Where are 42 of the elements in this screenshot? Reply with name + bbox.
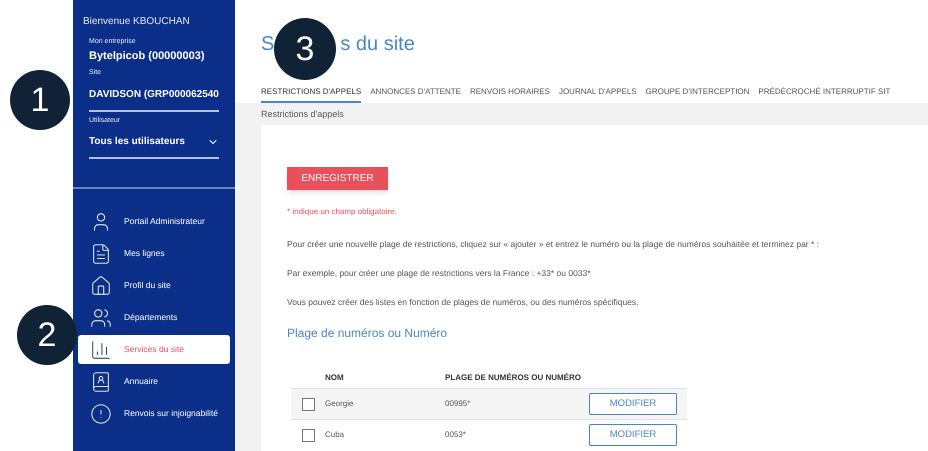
breadcrumb: Restrictions d'appels bbox=[261, 108, 345, 121]
modify-button[interactable]: MODIFIER bbox=[589, 424, 677, 446]
contact-book-icon bbox=[90, 370, 112, 392]
modify-button[interactable]: MODIFIER bbox=[589, 393, 677, 416]
required-note: * indique un champ obligatoire. bbox=[287, 206, 398, 218]
nav-item[interactable]: Départements bbox=[78, 303, 230, 332]
tab[interactable]: JOURNAL D'APPELS bbox=[558, 84, 637, 103]
page-title: s du site bbox=[340, 34, 415, 54]
nav-item[interactable]: Renvois sur injoignabilité bbox=[78, 399, 230, 428]
select-field[interactable]: Tous les utilisateurs bbox=[89, 126, 219, 159]
nav-item[interactable]: Services du site bbox=[78, 335, 230, 364]
tab[interactable]: RENVOIS HORAIRES bbox=[470, 84, 550, 103]
house-icon bbox=[90, 274, 112, 296]
page-title: S bbox=[261, 34, 274, 54]
greeting: Bienvenue KBOUCHAN bbox=[83, 15, 191, 29]
nav-item[interactable]: Mes lignes bbox=[78, 239, 230, 268]
nav-item[interactable]: Annuaire bbox=[78, 367, 230, 396]
select-field[interactable]: DAVIDSON (GRP000062540 bbox=[89, 78, 219, 112]
section-title: Plage de numéros ou Numéro bbox=[287, 325, 448, 342]
document-icon bbox=[90, 242, 112, 264]
checkbox[interactable] bbox=[302, 398, 314, 411]
people-icon bbox=[90, 306, 112, 328]
checkbox[interactable] bbox=[302, 428, 314, 442]
paragraph: Par exemple, pour créer une plage de restrictions vers la France : +33* ou 0033* bbox=[287, 266, 592, 280]
column-header: PLAGE DE NUMÉROS OU NUMÉRO bbox=[445, 372, 582, 384]
paragraph: Pour créer une nouvelle plage de restrictions, cliquez sur « ajouter » et entrez le numéro ou la plage de numéros souhaitée et terminez par * : bbox=[287, 238, 820, 251]
table-cell-text: 0053* bbox=[445, 429, 467, 442]
tab[interactable]: GROUPE D'INTERCEPTION bbox=[646, 84, 750, 103]
tab[interactable]: PRÉDÉCROCHÉ INTERRUPTIF SIT bbox=[758, 84, 890, 103]
column-header: NOM bbox=[325, 372, 345, 384]
company-name: Bytelpicob (00000003) bbox=[89, 48, 206, 64]
nav-item[interactable]: Profil du site bbox=[78, 271, 230, 300]
table-cell-text: Cuba bbox=[325, 429, 346, 442]
alert-icon bbox=[90, 402, 112, 424]
paragraph: Vous pouvez créer des listes en fonction de plages de numéros, ou des numéros spécifiques. bbox=[287, 296, 640, 308]
table-cell-text: 00995* bbox=[445, 398, 472, 410]
callout-number: 3 bbox=[274, 18, 336, 80]
save-button[interactable]: ENREGISTRER bbox=[287, 167, 388, 190]
table-cell-text: Georgie bbox=[325, 398, 354, 410]
chart-icon bbox=[90, 338, 112, 360]
nav-item[interactable]: Portail Administrateur bbox=[78, 207, 230, 236]
tab[interactable]: ANNONCES D'ATTENTE bbox=[370, 84, 461, 103]
